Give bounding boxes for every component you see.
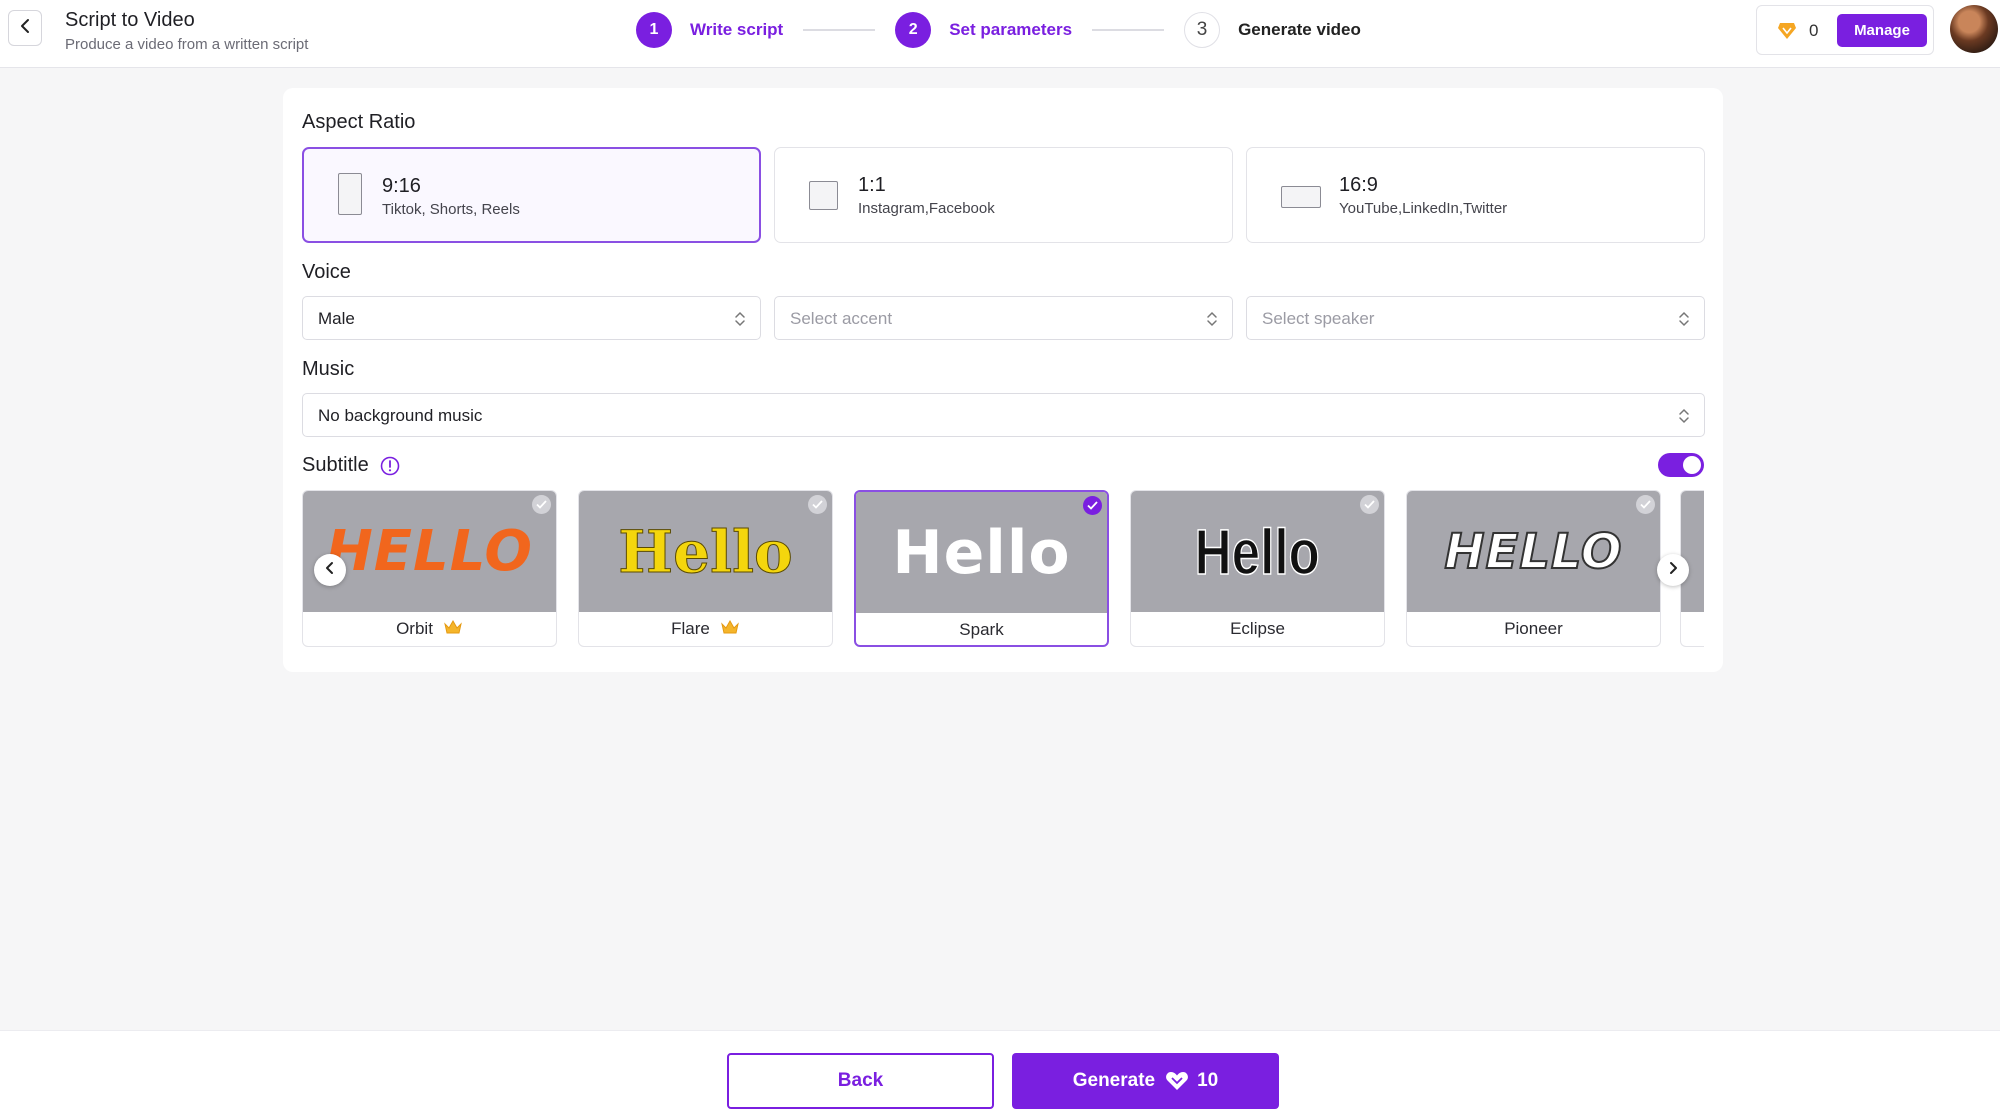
step-label: Set parameters xyxy=(949,20,1073,39)
select-placeholder: Select speaker xyxy=(1262,309,1375,328)
step-connector xyxy=(1092,29,1165,31)
generate-button[interactable]: Generate 10 xyxy=(1012,1053,1279,1109)
style-name: Flare xyxy=(671,619,710,638)
ratio-value: 9:16 xyxy=(382,175,421,197)
credit-count: 0 xyxy=(1809,21,1819,40)
subtitle-style-eclipse[interactable]: Hello Eclipse xyxy=(1130,490,1385,647)
check-icon xyxy=(808,495,827,514)
style-name: Orbit xyxy=(396,619,433,638)
select-value: No background music xyxy=(318,406,483,425)
crown-icon xyxy=(720,619,740,640)
check-selected-icon xyxy=(1083,496,1102,515)
credits-widget: 0 Manage xyxy=(1756,5,1934,55)
step-number: 2 xyxy=(895,12,932,48)
subtitle-style-flare[interactable]: Hello Flare xyxy=(578,490,833,647)
preview-text: HELLO xyxy=(1443,523,1623,581)
select-placeholder: Select accent xyxy=(790,309,893,328)
header-back-button[interactable] xyxy=(8,10,42,46)
chevron-left-icon xyxy=(18,18,32,39)
ratio-description: Tiktok, Shorts, Reels xyxy=(382,201,520,218)
footer-bar: Back Generate 10 xyxy=(0,1030,2000,1118)
subtitle-toggle[interactable] xyxy=(1658,453,1704,477)
step-label: Generate video xyxy=(1238,20,1361,39)
subtitle-label: Subtitle xyxy=(302,454,369,476)
voice-accent-select[interactable]: Select accent xyxy=(774,296,1233,340)
preview-text: Hello xyxy=(892,517,1071,588)
voice-label: Voice xyxy=(302,261,351,283)
style-name-row: Eclipse xyxy=(1131,612,1384,646)
avatar[interactable] xyxy=(1950,5,1998,53)
heart-gem-icon xyxy=(1165,1071,1189,1091)
style-preview: Hello xyxy=(1131,491,1384,612)
music-select[interactable]: No background music xyxy=(302,393,1705,437)
ratio-description: Instagram,Facebook xyxy=(858,200,995,217)
square-ratio-icon xyxy=(809,181,838,210)
step-write-script[interactable]: 1 Write script xyxy=(636,12,783,48)
style-name-row: Flare xyxy=(579,612,832,646)
top-header: Script to Video Produce a video from a w… xyxy=(0,0,2000,68)
style-name: Pioneer xyxy=(1504,619,1563,638)
music-label: Music xyxy=(302,358,355,380)
back-button[interactable]: Back xyxy=(727,1053,994,1109)
manage-button[interactable]: Manage xyxy=(1837,14,1927,47)
aspect-ratio-16-9-card[interactable]: 16:9 YouTube,LinkedIn,Twitter xyxy=(1246,147,1705,243)
parameters-panel: Aspect Ratio 9:16 Tiktok, Shorts, Reels … xyxy=(283,88,1723,672)
style-name: Spark xyxy=(959,620,1004,639)
step-connector xyxy=(803,29,876,31)
voice-speaker-select[interactable]: Select speaker xyxy=(1246,296,1705,340)
aspect-ratio-9-16-card[interactable]: 9:16 Tiktok, Shorts, Reels xyxy=(302,147,761,243)
page-subtitle: Produce a video from a written script xyxy=(65,36,309,53)
page-title: Script to Video xyxy=(65,9,195,31)
step-set-parameters[interactable]: 2 Set parameters xyxy=(895,12,1072,48)
ratio-description: YouTube,LinkedIn,Twitter xyxy=(1339,200,1508,217)
style-preview: Hello xyxy=(579,491,832,612)
landscape-ratio-icon xyxy=(1281,186,1321,208)
ratio-value: 16:9 xyxy=(1339,174,1378,196)
gem-icon xyxy=(1777,22,1797,45)
aspect-ratio-1-1-card[interactable]: 1:1 Instagram,Facebook xyxy=(774,147,1233,243)
step-generate-video[interactable]: 3 Generate video xyxy=(1184,12,1361,48)
select-value: Male xyxy=(318,309,355,328)
check-icon xyxy=(1636,495,1655,514)
chevron-updown-icon xyxy=(1206,310,1218,333)
aspect-ratio-label: Aspect Ratio xyxy=(302,111,416,133)
preview-text: Hello xyxy=(1194,515,1321,589)
style-preview xyxy=(1681,491,1704,612)
toggle-knob xyxy=(1683,456,1701,474)
portrait-ratio-icon xyxy=(338,173,362,215)
step-number: 3 xyxy=(1184,12,1221,48)
check-icon xyxy=(532,495,551,514)
style-preview: Hello xyxy=(856,492,1107,613)
stepper: 1 Write script 2 Set parameters 3 Genera… xyxy=(636,11,1361,49)
crown-icon xyxy=(443,619,463,640)
carousel-prev-button[interactable] xyxy=(314,554,346,586)
carousel-next-button[interactable] xyxy=(1657,554,1689,586)
voice-gender-select[interactable]: Male xyxy=(302,296,761,340)
subtitle-style-spark[interactable]: Hello Spark xyxy=(854,490,1109,647)
chevron-updown-icon xyxy=(1678,310,1690,333)
generate-cost: 10 xyxy=(1197,1070,1219,1091)
style-name: Eclipse xyxy=(1230,619,1285,638)
preview-text: HELLO xyxy=(325,519,534,584)
style-preview: HELLO xyxy=(303,491,556,612)
ratio-value: 1:1 xyxy=(858,174,886,196)
check-icon xyxy=(1360,495,1379,514)
chevron-right-icon xyxy=(1668,561,1678,580)
subtitle-style-pioneer[interactable]: HELLO Pioneer xyxy=(1406,490,1661,647)
style-preview: HELLO xyxy=(1407,491,1660,612)
chevron-updown-icon xyxy=(1678,407,1690,430)
style-name-row: Orbit xyxy=(303,612,556,646)
chevron-left-icon xyxy=(325,561,335,580)
style-name-row: Pioneer xyxy=(1407,612,1660,646)
chevron-updown-icon xyxy=(734,310,746,333)
generate-label: Generate xyxy=(1072,1070,1156,1091)
preview-text: Hello xyxy=(618,517,793,586)
step-label: Write script xyxy=(690,20,784,39)
info-icon[interactable] xyxy=(380,456,400,481)
style-name-row: Spark xyxy=(856,613,1107,645)
step-number: 1 xyxy=(636,12,672,48)
